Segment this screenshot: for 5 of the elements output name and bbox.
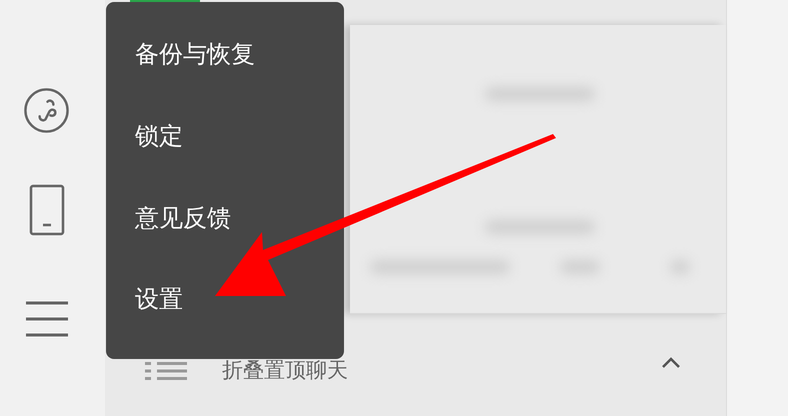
- menu-item[interactable]: 备份与恢复: [106, 32, 344, 114]
- menu-item[interactable]: 锁定: [106, 114, 344, 196]
- menu-item[interactable]: 意见反馈: [106, 196, 344, 278]
- collapse-pinned-label[interactable]: 折叠置顶聊天: [222, 356, 348, 384]
- menu-item[interactable]: 设置: [106, 277, 344, 359]
